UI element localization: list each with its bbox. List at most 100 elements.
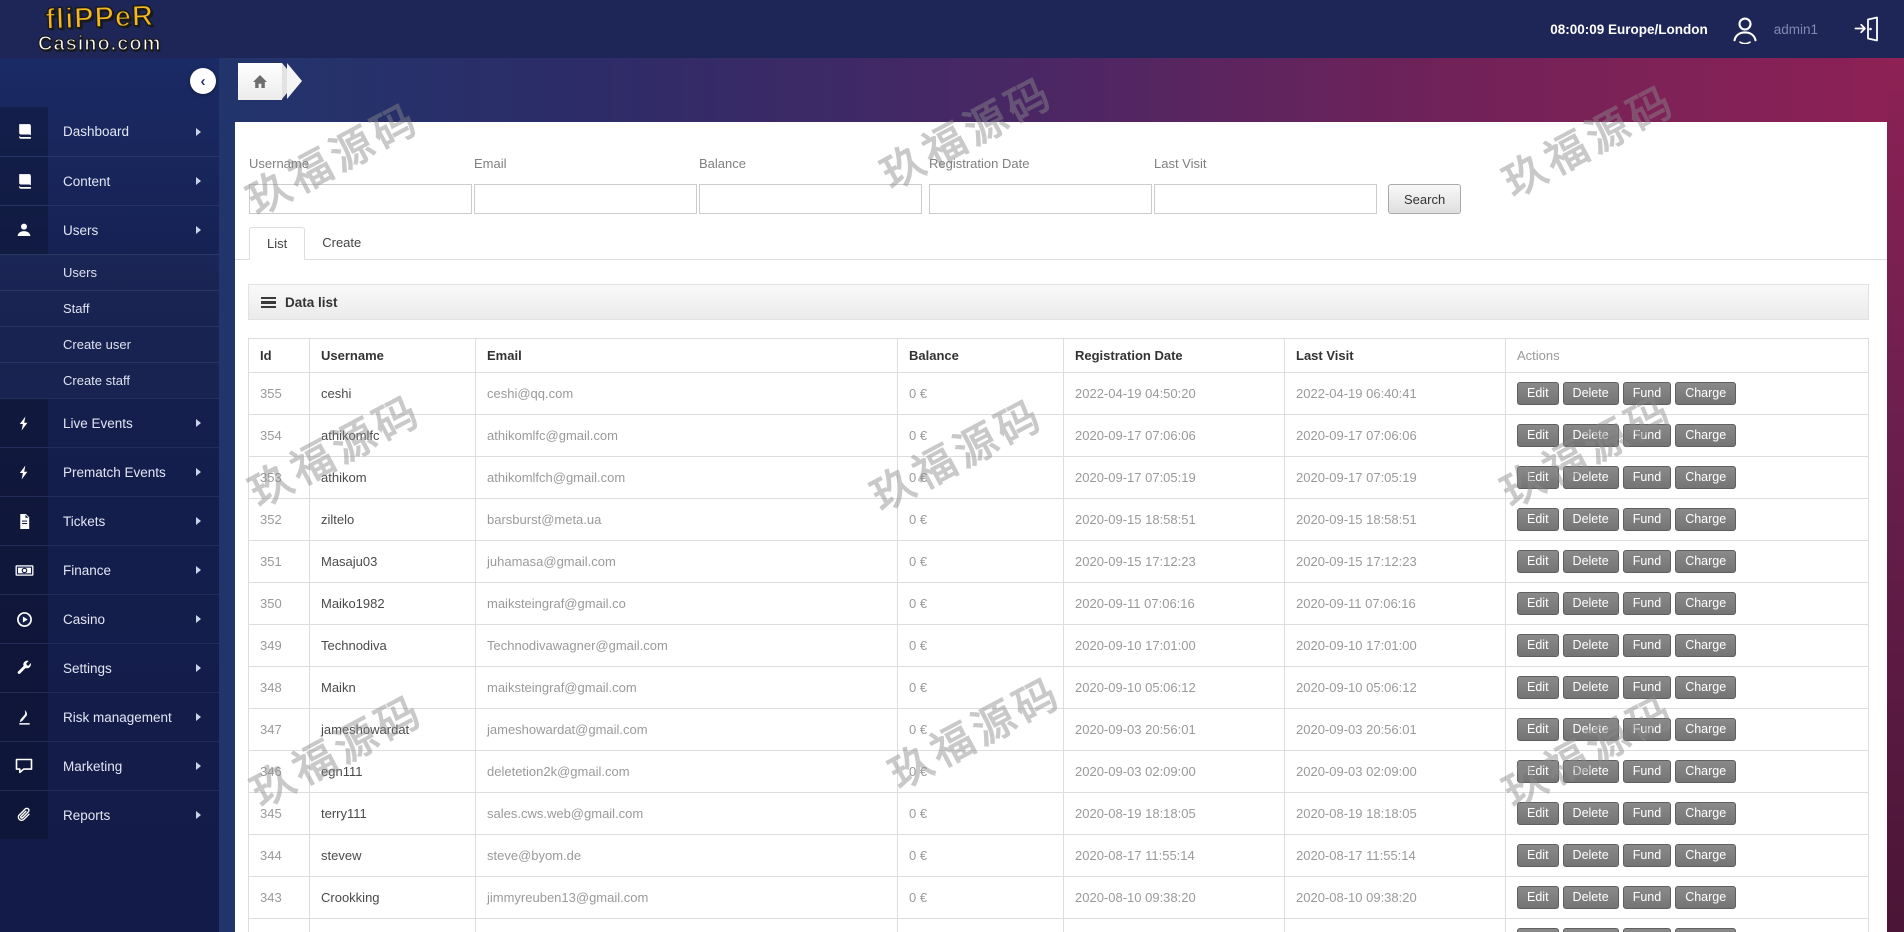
row-id: 342 bbox=[248, 918, 310, 932]
edit-button[interactable]: Edit bbox=[1517, 424, 1559, 447]
search-button[interactable]: Search bbox=[1388, 184, 1462, 214]
row-last-visit: 2020-08-17 11:55:14 bbox=[1284, 834, 1506, 877]
edit-button[interactable]: Edit bbox=[1517, 760, 1559, 783]
sidebar-subitem-create-user[interactable]: Create user bbox=[0, 326, 219, 362]
charge-button[interactable]: Charge bbox=[1675, 844, 1737, 867]
sidebar-item-tickets[interactable]: Tickets bbox=[0, 496, 219, 545]
charge-button[interactable]: Charge bbox=[1675, 382, 1737, 405]
registration-date-input[interactable] bbox=[929, 184, 1152, 214]
edit-button[interactable]: Edit bbox=[1517, 634, 1559, 657]
fund-button[interactable]: Fund bbox=[1622, 508, 1672, 531]
fund-button[interactable]: Fund bbox=[1622, 424, 1672, 447]
delete-button[interactable]: Delete bbox=[1562, 382, 1619, 405]
charge-button[interactable]: Charge bbox=[1675, 508, 1737, 531]
charge-button[interactable]: Charge bbox=[1675, 676, 1737, 699]
delete-button[interactable]: Delete bbox=[1562, 550, 1619, 573]
avatar-icon[interactable] bbox=[1728, 12, 1762, 46]
charge-button[interactable]: Charge bbox=[1675, 466, 1737, 489]
charge-button[interactable]: Charge bbox=[1675, 424, 1737, 447]
edit-button[interactable]: Edit bbox=[1517, 928, 1559, 932]
delete-button[interactable]: Delete bbox=[1562, 424, 1619, 447]
sidebar-item-content[interactable]: Content bbox=[0, 156, 219, 205]
fund-button[interactable]: Fund bbox=[1622, 676, 1672, 699]
tab-list[interactable]: List bbox=[249, 227, 306, 260]
row-balance: 0 € bbox=[897, 918, 1064, 932]
balance-input[interactable] bbox=[699, 184, 922, 214]
fund-button[interactable]: Fund bbox=[1622, 592, 1672, 615]
row-last-visit: 2020-09-10 05:06:12 bbox=[1284, 666, 1506, 709]
delete-button[interactable]: Delete bbox=[1562, 718, 1619, 741]
charge-button[interactable]: Charge bbox=[1675, 550, 1737, 573]
casino-logo[interactable]: fliPPeR Casino.com bbox=[37, 0, 161, 55]
sidebar-item-casino[interactable]: Casino bbox=[0, 594, 219, 643]
row-id: 351 bbox=[248, 540, 310, 583]
sidebar-item-reports[interactable]: Reports bbox=[0, 790, 219, 839]
fund-button[interactable]: Fund bbox=[1622, 844, 1672, 867]
delete-button[interactable]: Delete bbox=[1562, 844, 1619, 867]
row-id: 349 bbox=[248, 624, 310, 667]
sidebar-item-risk-management[interactable]: Risk management bbox=[0, 692, 219, 741]
row-email: Technodivawagner@gmail.com bbox=[475, 624, 898, 667]
sidebar-item-dashboard[interactable]: Dashboard bbox=[0, 107, 219, 156]
table-row: 345 terry111 sales.cws.web@gmail.com 0 €202… bbox=[248, 792, 1869, 835]
edit-button[interactable]: Edit bbox=[1517, 718, 1559, 741]
fund-button[interactable]: Fund bbox=[1622, 466, 1672, 489]
row-actions: EditDeleteFundCharge bbox=[1505, 750, 1869, 793]
fund-button[interactable]: Fund bbox=[1622, 802, 1672, 825]
logout-door-icon[interactable] bbox=[1852, 14, 1882, 44]
fund-button[interactable]: Fund bbox=[1622, 382, 1672, 405]
fund-button[interactable]: Fund bbox=[1622, 760, 1672, 783]
delete-button[interactable]: Delete bbox=[1562, 592, 1619, 615]
tab-create[interactable]: Create bbox=[305, 227, 378, 260]
row-balance: 0 € bbox=[897, 372, 1064, 415]
edit-button[interactable]: Edit bbox=[1517, 508, 1559, 531]
edit-button[interactable]: Edit bbox=[1517, 844, 1559, 867]
edit-button[interactable]: Edit bbox=[1517, 382, 1559, 405]
charge-button[interactable]: Charge bbox=[1675, 634, 1737, 657]
sidebar-item-live-events[interactable]: Live Events bbox=[0, 398, 219, 447]
fund-button[interactable]: Fund bbox=[1622, 550, 1672, 573]
last-visit-input[interactable] bbox=[1154, 184, 1377, 214]
fund-button[interactable]: Fund bbox=[1622, 634, 1672, 657]
delete-button[interactable]: Delete bbox=[1562, 508, 1619, 531]
sidebar-item-marketing[interactable]: Marketing bbox=[0, 741, 219, 790]
delete-button[interactable]: Delete bbox=[1562, 760, 1619, 783]
sidebar-subitem-create-staff[interactable]: Create staff bbox=[0, 362, 219, 398]
delete-button[interactable]: Delete bbox=[1562, 466, 1619, 489]
fund-button[interactable]: Fund bbox=[1622, 928, 1672, 932]
email-input[interactable] bbox=[474, 184, 697, 214]
edit-button[interactable]: Edit bbox=[1517, 550, 1559, 573]
delete-button[interactable]: Delete bbox=[1562, 928, 1619, 932]
row-balance: 0 € bbox=[897, 708, 1064, 751]
charge-button[interactable]: Charge bbox=[1675, 760, 1737, 783]
edit-button[interactable]: Edit bbox=[1517, 676, 1559, 699]
row-registration-date: 2020-09-03 02:09:00 bbox=[1063, 750, 1285, 793]
sidebar-item-finance[interactable]: Finance bbox=[0, 545, 219, 594]
sidebar-item-prematch-events[interactable]: Prematch Events bbox=[0, 447, 219, 496]
sidebar-subitem-staff[interactable]: Staff bbox=[0, 290, 219, 326]
delete-button[interactable]: Delete bbox=[1562, 676, 1619, 699]
sidebar-item-settings[interactable]: Settings bbox=[0, 643, 219, 692]
charge-button[interactable]: Charge bbox=[1675, 802, 1737, 825]
sidebar-subitem-label: Staff bbox=[63, 301, 90, 316]
fund-button[interactable]: Fund bbox=[1622, 886, 1672, 909]
edit-button[interactable]: Edit bbox=[1517, 466, 1559, 489]
delete-button[interactable]: Delete bbox=[1562, 886, 1619, 909]
sidebar-item-users[interactable]: Users bbox=[0, 205, 219, 254]
charge-button[interactable]: Charge bbox=[1675, 928, 1737, 932]
charge-button[interactable]: Charge bbox=[1675, 592, 1737, 615]
edit-button[interactable]: Edit bbox=[1517, 802, 1559, 825]
charge-button[interactable]: Charge bbox=[1675, 886, 1737, 909]
edit-button[interactable]: Edit bbox=[1517, 886, 1559, 909]
row-email: juhamasa@gmail.com bbox=[475, 540, 898, 583]
username-input[interactable] bbox=[249, 184, 472, 214]
fund-button[interactable]: Fund bbox=[1622, 718, 1672, 741]
filter-field-email: Email bbox=[474, 156, 697, 214]
delete-button[interactable]: Delete bbox=[1562, 634, 1619, 657]
sidebar-collapse-button[interactable]: ‹ bbox=[190, 68, 216, 94]
edit-button[interactable]: Edit bbox=[1517, 592, 1559, 615]
delete-button[interactable]: Delete bbox=[1562, 802, 1619, 825]
sidebar-subitem-users[interactable]: Users bbox=[0, 254, 219, 290]
charge-button[interactable]: Charge bbox=[1675, 718, 1737, 741]
breadcrumb-home-button[interactable] bbox=[238, 63, 282, 100]
